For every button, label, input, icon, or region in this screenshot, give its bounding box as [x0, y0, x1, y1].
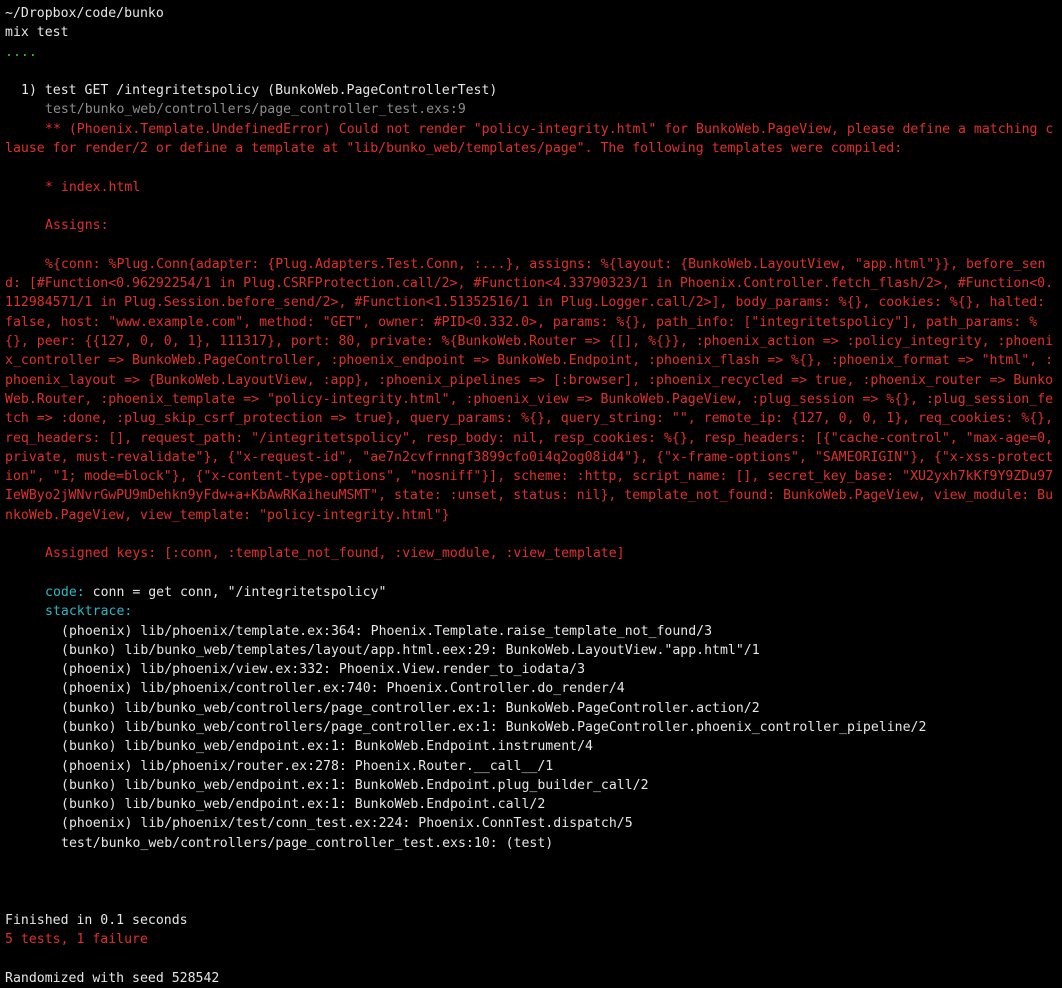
stacktrace-label: stacktrace: [45, 604, 133, 620]
command-line: mix test [5, 25, 69, 41]
template-item: * index.html [45, 179, 141, 195]
code-value: conn = get conn, "/integritetspolicy" [84, 584, 387, 600]
stacktrace-entry: (phoenix) lib/phoenix/router.ex:278: Pho… [61, 758, 554, 774]
assigns-body: %{conn: %Plug.Conn{adapter: {Plug.Adapte… [5, 255, 1058, 525]
assigned-keys: Assigned keys: [:conn, :template_not_fou… [45, 546, 625, 562]
failure-location: test/bunko_web/controllers/page_controll… [45, 102, 466, 118]
stacktrace-entry: (bunko) lib/bunko_web/endpoint.ex:1: Bun… [61, 739, 593, 755]
error-message: ** (Phoenix.Template.UndefinedError) Cou… [5, 120, 1058, 159]
stacktrace-entry: (bunko) lib/bunko_web/endpoint.ex:1: Bun… [61, 777, 649, 793]
test-progress-dots: .... [5, 44, 37, 60]
stacktrace-entry: (phoenix) lib/phoenix/view.ex:332: Phoen… [61, 662, 586, 678]
failure-header: 1) test GET /integritetspolicy (BunkoWeb… [21, 83, 498, 99]
finished-line: Finished in 0.1 seconds [5, 912, 188, 928]
stacktrace-entry: (bunko) lib/bunko_web/controllers/page_c… [61, 700, 760, 716]
stacktrace-entry: (phoenix) lib/phoenix/controller.ex:740:… [61, 681, 625, 697]
stacktrace-list: (phoenix) lib/phoenix/template.ex:364: P… [5, 622, 1058, 854]
terminal-window[interactable]: ~/Dropbox/code/bunko mix test .... 1) te… [0, 0, 1062, 986]
stacktrace-entry: test/bunko_web/controllers/page_controll… [61, 835, 554, 851]
stacktrace-entry: (phoenix) lib/phoenix/template.ex:364: P… [61, 623, 713, 639]
stacktrace-entry: (phoenix) lib/phoenix/test/conn_test.ex:… [61, 816, 633, 832]
stacktrace-entry: (bunko) lib/bunko_web/endpoint.ex:1: Bun… [61, 797, 546, 813]
cwd-line: ~/Dropbox/code/bunko [5, 6, 164, 21]
code-line: code: conn = get conn, "/integritetspoli… [5, 583, 1058, 602]
stacktrace-entry: (bunko) lib/bunko_web/templates/layout/a… [61, 642, 760, 658]
stacktrace-entry: (bunko) lib/bunko_web/controllers/page_c… [61, 719, 927, 735]
test-summary: 5 tests, 1 failure [5, 932, 148, 948]
code-label: code: [45, 584, 85, 600]
assigns-label: Assigns: [45, 218, 109, 234]
error-text: ** (Phoenix.Template.UndefinedError) Cou… [5, 121, 1054, 157]
seed-line: Randomized with seed 528542 [5, 970, 220, 986]
assigns-text: %{conn: %Plug.Conn{adapter: {Plug.Adapte… [5, 256, 1061, 523]
